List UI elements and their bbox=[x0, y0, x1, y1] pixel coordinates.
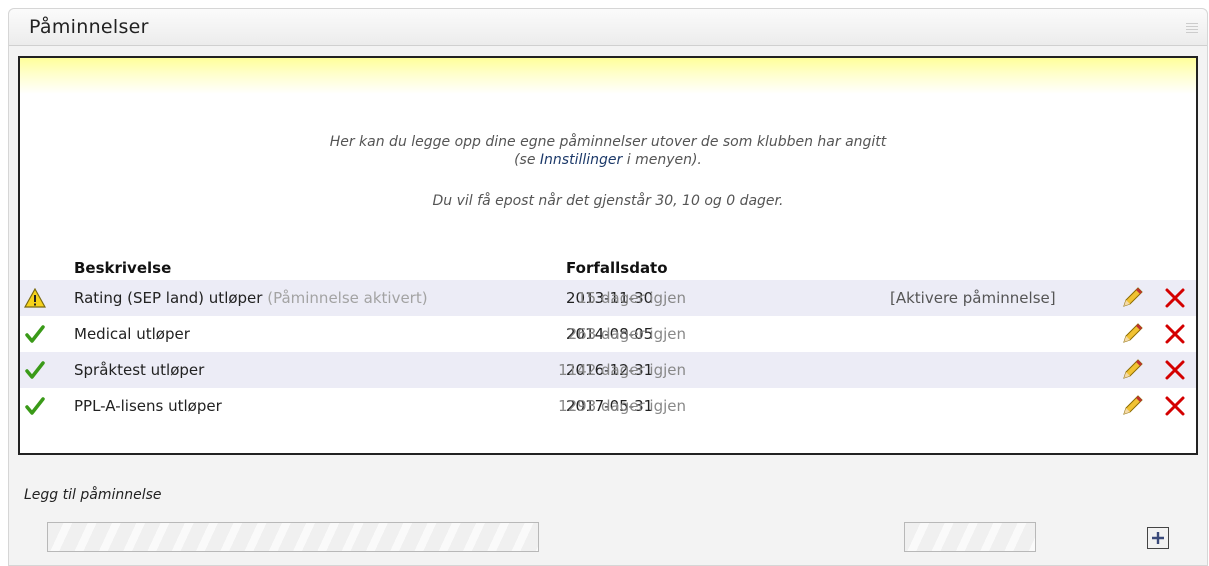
row-days-left: 1142 dager igjen bbox=[558, 361, 686, 379]
edit-pencil-icon[interactable] bbox=[1120, 358, 1144, 382]
description-text: Rating (SEP land) utløper bbox=[74, 289, 263, 307]
delete-icon[interactable] bbox=[1163, 322, 1187, 346]
edit-pencil-icon[interactable] bbox=[1120, 394, 1144, 418]
reminder-date-input[interactable] bbox=[904, 522, 1036, 552]
info-paren-open: (se bbox=[514, 152, 540, 168]
header-due-date: Forfallsdato bbox=[566, 259, 668, 277]
info-paren-close: i menyen). bbox=[622, 152, 702, 168]
panel-title: Påminnelser bbox=[29, 16, 149, 38]
row-days-left: 15 dager igjen bbox=[577, 289, 686, 307]
table-row: Språktest utløper 2016-12-31 1142 dager … bbox=[20, 352, 1196, 388]
header-description: Beskrivelse bbox=[74, 259, 172, 277]
info-text-email: Du vil få epost når det gjenstår 30, 10 … bbox=[432, 193, 784, 209]
add-reminder-label: Legg til påminnelse bbox=[24, 487, 162, 503]
highlight-band bbox=[20, 58, 1196, 94]
row-days-left: 1293 dager igjen bbox=[558, 397, 686, 415]
warning-icon bbox=[24, 288, 46, 308]
activate-reminder-link[interactable]: [Aktivere påminnelse] bbox=[890, 289, 1056, 307]
table-row: Medical utløper 2014-08-05 263 dager igj… bbox=[20, 316, 1196, 352]
panel-header: Påminnelser bbox=[9, 9, 1207, 46]
edit-pencil-icon[interactable] bbox=[1120, 322, 1144, 346]
row-days-left: 263 dager igjen bbox=[567, 325, 686, 343]
delete-icon[interactable] bbox=[1163, 358, 1187, 382]
reminder-description-input[interactable] bbox=[47, 522, 539, 552]
row-description: Rating (SEP land) utløper (Påminnelse ak… bbox=[74, 289, 428, 307]
info-text-line2: (se Innstillinger i menyen). bbox=[20, 152, 1196, 168]
activated-note: (Påminnelse aktivert) bbox=[267, 289, 428, 307]
checkmark-icon bbox=[25, 325, 45, 343]
table-row: PPL-A-lisens utløper 2017-05-31 1293 dag… bbox=[20, 388, 1196, 424]
settings-link[interactable]: Innstillinger bbox=[540, 152, 622, 168]
reminders-box: Her kan du legge opp dine egne påminnels… bbox=[18, 56, 1198, 455]
edit-pencil-icon[interactable] bbox=[1120, 286, 1144, 310]
row-description: Språktest utløper bbox=[74, 361, 205, 379]
delete-icon[interactable] bbox=[1163, 394, 1187, 418]
plus-icon bbox=[1152, 532, 1164, 544]
checkmark-icon bbox=[25, 397, 45, 415]
drag-grip-icon[interactable] bbox=[1186, 23, 1198, 33]
delete-icon[interactable] bbox=[1163, 286, 1187, 310]
table-row: Rating (SEP land) utløper (Påminnelse ak… bbox=[20, 280, 1196, 316]
info-text-line1: Her kan du legge opp dine egne påminnels… bbox=[329, 134, 887, 150]
add-reminder-button[interactable] bbox=[1147, 527, 1169, 549]
checkmark-icon bbox=[25, 361, 45, 379]
row-description: Medical utløper bbox=[74, 325, 190, 343]
row-description: PPL-A-lisens utløper bbox=[74, 397, 222, 415]
